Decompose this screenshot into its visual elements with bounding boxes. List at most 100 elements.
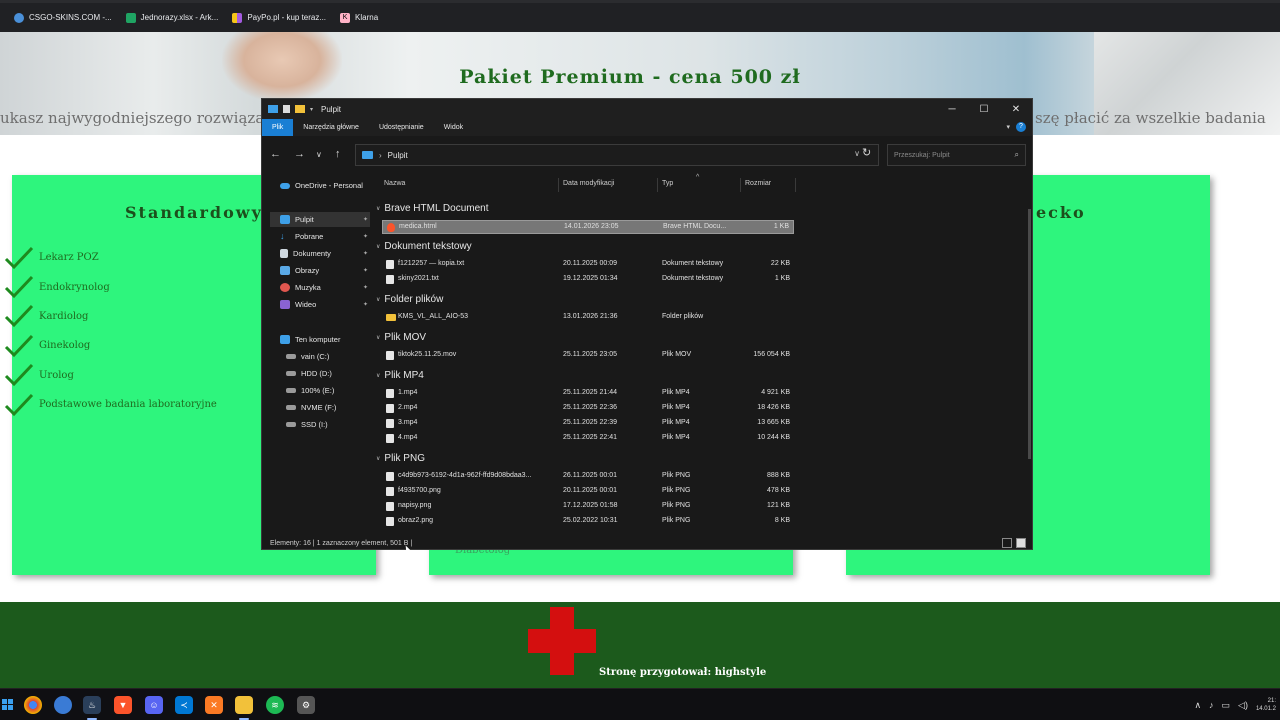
table-row[interactable]: f4935700.png 20.11.2025 00:01 Plik PNG 4… (382, 485, 794, 499)
xampp-icon[interactable]: ✕ (205, 696, 223, 714)
column-header-type[interactable]: Typ (662, 180, 673, 187)
column-header-size[interactable]: Rozmiar (745, 180, 771, 187)
properties-icon[interactable] (283, 105, 290, 113)
group-header[interactable]: ∨ Dokument tekstowy (376, 241, 472, 252)
new-folder-icon[interactable] (295, 105, 305, 113)
chevron-down-icon[interactable]: ▾ (310, 106, 313, 113)
volume-icon[interactable]: ◁) (1238, 700, 1248, 711)
sidebar-item-label: Muzyka (295, 283, 321, 292)
table-row[interactable]: 4.mp4 25.11.2025 22:41 Plik MP4 10 244 K… (382, 432, 794, 446)
group-header[interactable]: ∨ Plik PNG (376, 453, 425, 464)
close-button[interactable]: ✕ (1000, 99, 1032, 119)
group-header[interactable]: ∨ Plik MOV (376, 332, 426, 343)
column-header-date[interactable]: Data modyfikacji (563, 180, 614, 187)
table-row[interactable]: 1.mp4 25.11.2025 21:44 Plik MP4 4 921 KB (382, 387, 794, 401)
refresh-icon[interactable]: ↻ (862, 146, 871, 159)
video-file-icon (386, 419, 394, 428)
bookmark-csgo[interactable]: CSGO-SKINS.COM -... (14, 12, 112, 23)
list-item-label: Lekarz POZ (39, 252, 99, 264)
sidebar-item-label: HDD (D:) (301, 369, 332, 378)
text-file-icon (386, 275, 394, 284)
tab-home[interactable]: Narzędzia główne (293, 119, 369, 136)
table-row[interactable]: f1212257 — kopia.txt 20.11.2025 00:09 Do… (382, 258, 794, 272)
sidebar-item-music[interactable]: Muzyka ✦ (280, 280, 370, 295)
clock[interactable]: 21: 14.01.2 (1256, 697, 1276, 713)
address-bar[interactable]: › Pulpit ∨ (355, 144, 879, 166)
pin-icon: ✦ (362, 302, 368, 308)
steam-icon[interactable]: ♨ (83, 696, 101, 714)
forward-icon[interactable]: → (294, 148, 305, 160)
group-label: Plik PNG (384, 453, 425, 464)
bookmark-klarna[interactable]: K Klarna (340, 12, 379, 23)
up-icon[interactable]: ↑ (335, 148, 341, 160)
scrollbar[interactable] (1028, 209, 1031, 459)
sidebar-item-downloads[interactable]: ↓ Pobrane ✦ (280, 229, 370, 244)
group-header[interactable]: ∨ Plik MP4 (376, 370, 424, 381)
sidebar-item-videos[interactable]: Wideo ✦ (280, 297, 370, 312)
sidebar-item-drive-i[interactable]: SSD (I:) (286, 417, 376, 432)
tab-share[interactable]: Udostępnianie (369, 119, 434, 136)
back-icon[interactable]: ← (270, 148, 281, 160)
help-icon[interactable]: ? (1016, 122, 1026, 132)
large-icons-view-icon[interactable] (1016, 538, 1026, 548)
game-icon[interactable]: ⚙ (297, 696, 315, 714)
chrome-icon[interactable] (24, 696, 42, 714)
table-row[interactable]: medica.html 14.01.2026 23:05 Brave HTML … (382, 220, 794, 234)
table-row[interactable]: 2.mp4 25.11.2025 22:36 Plik MP4 18 426 K… (382, 402, 794, 416)
file-type: Dokument tekstowy (662, 275, 724, 282)
sidebar-item-drive-d[interactable]: HDD (D:) (286, 366, 376, 381)
sidebar-item-documents[interactable]: Dokumenty ✦ (280, 246, 370, 261)
brave-icon[interactable]: ▼ (114, 696, 132, 714)
view-toggle (1002, 538, 1026, 548)
file-explorer-icon[interactable] (235, 696, 253, 714)
sidebar-item-desktop[interactable]: Pulpit ✦ (270, 212, 370, 227)
video-file-icon (386, 389, 394, 398)
group-header[interactable]: ∨ Folder plików (376, 294, 443, 305)
table-row[interactable]: KMS_VL_ALL_AIO-53 13.01.2026 21:36 Folde… (382, 311, 794, 325)
sidebar-item-label: Wideo (295, 300, 317, 309)
chevron-up-icon[interactable]: ∧ (1194, 700, 1201, 711)
group-header[interactable]: ∨ Brave HTML Document (376, 203, 489, 214)
sidebar-item-drive-c[interactable]: vain (C:) (286, 349, 376, 364)
sidebar-item-drive-e[interactable]: 100% (E:) (286, 383, 376, 398)
network-icon[interactable]: ▭ (1222, 700, 1231, 711)
file-type: Plik MP4 (662, 434, 690, 441)
bookmark-jednorazy[interactable]: Jednorazy.xlsx - Ark... (125, 12, 218, 23)
column-divider[interactable] (657, 178, 658, 192)
column-header-name[interactable]: Nazwa (384, 180, 405, 187)
file-size: 888 KB (767, 472, 790, 479)
checkmark-icon (4, 364, 34, 387)
vscode-icon[interactable]: ≺ (175, 696, 193, 714)
bookmark-label: Klarna (355, 13, 379, 22)
microphone-icon[interactable]: ♪ (1209, 700, 1214, 710)
list-item-label: Ginekolog (39, 340, 91, 352)
table-row[interactable]: obraz2.png 25.02.2022 10:31 Plik PNG 8 K… (382, 515, 794, 529)
table-row[interactable]: napisy.png 17.12.2025 01:58 Plik PNG 121… (382, 500, 794, 514)
spotify-icon[interactable]: ≋ (266, 696, 284, 714)
recent-locations-icon[interactable]: ∨ (316, 150, 322, 159)
sidebar-item-pictures[interactable]: Obrazy ✦ (280, 263, 370, 278)
tab-file[interactable]: Plik (262, 119, 294, 136)
maximize-button[interactable]: ☐ (968, 99, 1000, 119)
start-icon[interactable] (2, 699, 13, 710)
column-divider[interactable] (558, 178, 559, 192)
table-row[interactable]: c4d9b973-6192-4d1a-962f-ffd9d08bdaa3... … (382, 470, 794, 484)
navigation-pane: OneDrive - Personal Pulpit ✦ ↓ Pobrane ✦… (262, 176, 372, 536)
tab-view[interactable]: Widok (434, 119, 473, 136)
details-view-icon[interactable] (1002, 538, 1012, 548)
column-divider[interactable] (740, 178, 741, 192)
table-row[interactable]: tiktok25.11.25.mov 25.11.2025 23:05 Plik… (382, 349, 794, 363)
edge-icon[interactable] (54, 696, 72, 714)
sidebar-item-drive-f[interactable]: NVME (F:) (286, 400, 376, 415)
table-row[interactable]: skiny2021.txt 19.12.2025 01:34 Dokument … (382, 273, 794, 287)
sidebar-item-onedrive[interactable]: OneDrive - Personal (280, 178, 370, 193)
bookmark-paypo[interactable]: PayPo.pl - kup teraz... (232, 12, 326, 23)
sidebar-item-this-pc[interactable]: Ten komputer (280, 332, 370, 347)
column-divider[interactable] (795, 178, 796, 192)
chevron-down-icon[interactable]: ∨ (854, 149, 860, 158)
expand-ribbon-icon[interactable]: ▾ (1006, 123, 1010, 131)
minimize-button[interactable]: ─ (936, 99, 968, 119)
search-input[interactable]: Przeszukaj: Pulpit ⌕ (887, 144, 1026, 166)
table-row[interactable]: 3.mp4 25.11.2025 22:39 Plik MP4 13 665 K… (382, 417, 794, 431)
discord-icon[interactable]: ☺ (145, 696, 163, 714)
